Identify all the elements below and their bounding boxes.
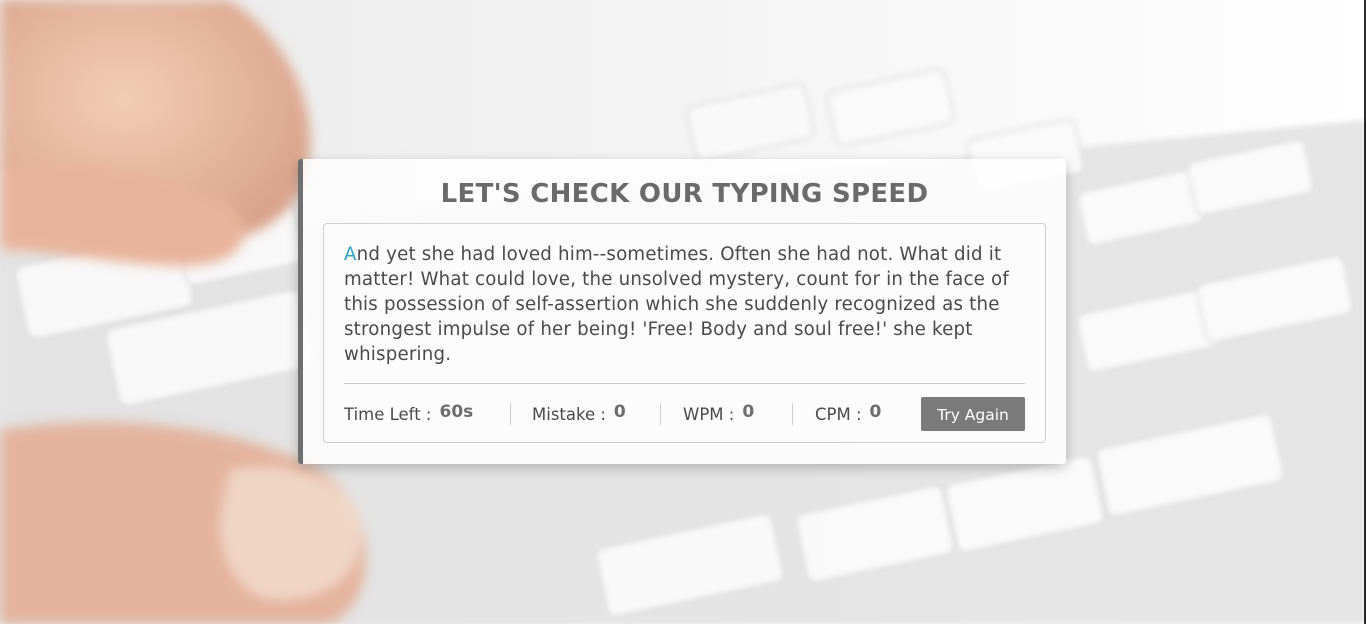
stat-separator: [792, 403, 793, 425]
typing-panel: And yet she had loved him--sometimes. Of…: [323, 223, 1046, 443]
active-character: A: [344, 244, 357, 265]
mistake-value: 0: [613, 402, 626, 422]
remaining-text: nd yet she had loved him--sometimes. Oft…: [344, 244, 1009, 365]
try-again-button[interactable]: Try Again: [921, 397, 1025, 431]
time-left-label: Time Left :: [344, 404, 432, 424]
typing-text-area[interactable]: And yet she had loved him--sometimes. Of…: [344, 242, 1024, 367]
stat-separator: [510, 403, 511, 425]
time-left-stat: Time Left : 60s: [344, 397, 473, 431]
divider: [344, 383, 1025, 384]
wpm-stat: WPM : 0: [683, 397, 754, 431]
mistake-stat: Mistake : 0: [532, 397, 626, 431]
cpm-stat: CPM : 0: [815, 397, 881, 431]
cpm-label: CPM :: [815, 404, 862, 424]
time-left-value: 60s: [439, 402, 474, 422]
typing-test-card: LET'S CHECK OUR TYPING SPEED And yet she…: [298, 159, 1066, 464]
mistake-label: Mistake :: [532, 404, 606, 424]
wpm-value: 0: [742, 402, 755, 422]
stat-separator: [660, 403, 661, 425]
page-title: LET'S CHECK OUR TYPING SPEED: [440, 179, 929, 209]
wpm-label: WPM :: [683, 404, 735, 424]
cpm-value: 0: [869, 402, 882, 422]
stats-bar: Time Left : 60s Mistake : 0 WPM : 0 CPM …: [344, 397, 1025, 431]
